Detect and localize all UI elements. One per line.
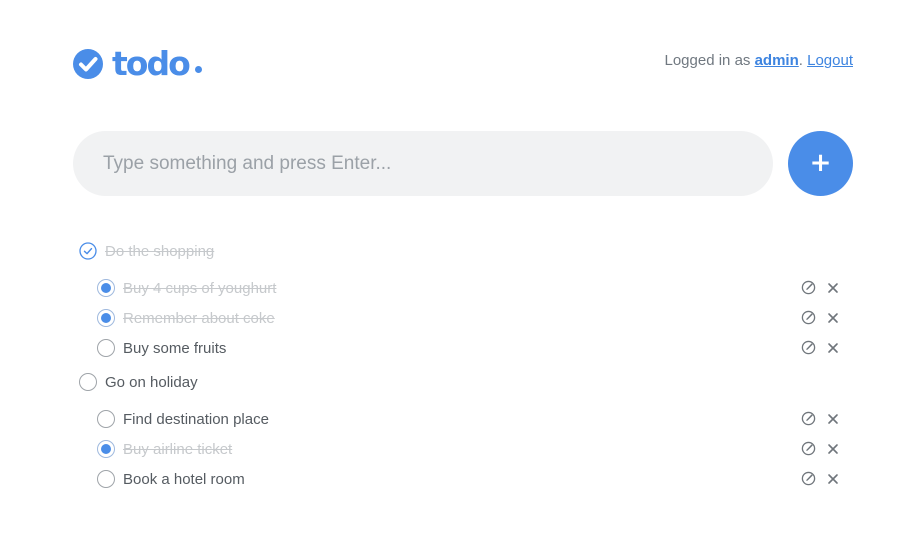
subtask-checkbox[interactable] bbox=[97, 440, 115, 458]
logo: todo bbox=[72, 44, 202, 83]
subtask-actions bbox=[801, 441, 839, 456]
todo-label: Do the shopping bbox=[105, 242, 215, 260]
todo-item-parent[interactable]: Go on holiday bbox=[79, 367, 839, 397]
subtask-checkbox[interactable] bbox=[97, 470, 115, 488]
new-task-row: + bbox=[73, 131, 853, 196]
logo-dot bbox=[194, 65, 202, 73]
subtask-item[interactable]: Buy some fruits bbox=[79, 333, 839, 363]
username-link[interactable]: admin bbox=[755, 52, 799, 69]
subtask-actions bbox=[801, 411, 839, 426]
logout-link[interactable]: Logout bbox=[807, 52, 853, 69]
edit-icon[interactable] bbox=[801, 411, 816, 426]
subtask-actions bbox=[801, 280, 839, 295]
auth-status: Logged in as admin. Logout bbox=[665, 52, 854, 69]
subtask-checkbox[interactable] bbox=[97, 339, 115, 357]
subtask-item[interactable]: Remember about coke bbox=[79, 303, 839, 333]
edit-icon[interactable] bbox=[801, 340, 816, 355]
subtask-item[interactable]: Book a hotel room bbox=[79, 464, 839, 494]
subtask-label: Buy 4 cups of youghurt bbox=[123, 279, 277, 297]
logged-in-prefix: Logged in as bbox=[664, 52, 755, 69]
logo-text: todo bbox=[112, 44, 191, 83]
close-icon[interactable] bbox=[827, 342, 839, 354]
subtask-label: Buy some fruits bbox=[123, 339, 227, 357]
subtask-list: Find destination place Buy airline ticke… bbox=[79, 404, 839, 494]
subtask-item[interactable]: Find destination place bbox=[79, 404, 839, 434]
logo-check-icon bbox=[73, 49, 103, 79]
subtask-item[interactable]: Buy airline ticket bbox=[79, 434, 839, 464]
header: todo Logged in as admin. Logout bbox=[72, 46, 853, 84]
close-icon[interactable] bbox=[827, 312, 839, 324]
close-icon[interactable] bbox=[827, 443, 839, 455]
close-icon[interactable] bbox=[827, 473, 839, 485]
subtask-actions bbox=[801, 471, 839, 486]
edit-icon[interactable] bbox=[801, 310, 816, 325]
edit-icon[interactable] bbox=[801, 441, 816, 456]
check-circle-icon[interactable] bbox=[79, 242, 97, 260]
edit-icon[interactable] bbox=[801, 280, 816, 295]
auth-separator: . bbox=[798, 52, 803, 69]
subtask-label: Buy airline ticket bbox=[123, 440, 233, 458]
close-icon[interactable] bbox=[827, 413, 839, 425]
close-icon[interactable] bbox=[827, 282, 839, 294]
subtask-list: Buy 4 cups of youghurt Remember about co… bbox=[79, 273, 839, 363]
todo-checkbox[interactable] bbox=[79, 373, 97, 391]
subtask-label: Remember about coke bbox=[123, 309, 275, 327]
subtask-checkbox[interactable] bbox=[97, 410, 115, 428]
add-task-button[interactable]: + bbox=[788, 131, 853, 196]
todo-list: Do the shopping Buy 4 cups of youghurt R… bbox=[79, 236, 839, 494]
subtask-item[interactable]: Buy 4 cups of youghurt bbox=[79, 273, 839, 303]
subtask-checkbox[interactable] bbox=[97, 309, 115, 327]
edit-icon[interactable] bbox=[801, 471, 816, 486]
subtask-actions bbox=[801, 340, 839, 355]
subtask-checkbox[interactable] bbox=[97, 279, 115, 297]
todo-item-parent[interactable]: Do the shopping bbox=[79, 236, 839, 266]
subtask-actions bbox=[801, 310, 839, 325]
new-task-input[interactable] bbox=[73, 131, 773, 196]
subtask-label: Book a hotel room bbox=[123, 470, 245, 488]
todo-label: Go on holiday bbox=[105, 373, 198, 391]
subtask-label: Find destination place bbox=[123, 410, 269, 428]
